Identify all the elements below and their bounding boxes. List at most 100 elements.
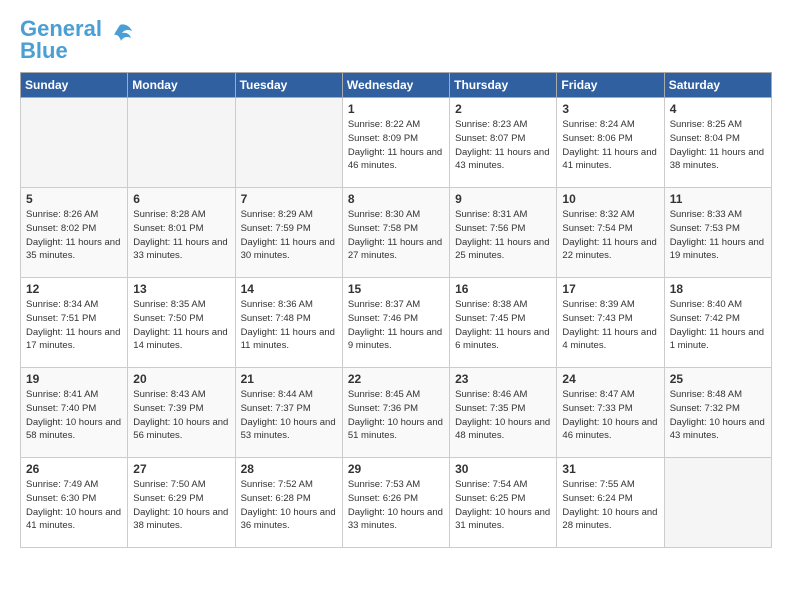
calendar-day-cell: 2 Sunrise: 8:23 AMSunset: 8:07 PMDaylight… (450, 98, 557, 188)
day-info: Sunrise: 8:36 AMSunset: 7:48 PMDaylight:… (241, 298, 337, 353)
day-info: Sunrise: 7:50 AMSunset: 6:29 PMDaylight:… (133, 478, 229, 533)
calendar-day-cell: 23Sunrise: 8:46 AMSunset: 7:35 PMDayligh… (450, 368, 557, 458)
day-number: 5 (26, 192, 122, 206)
day-info: Sunrise: 8:48 AMSunset: 7:32 PMDaylight:… (670, 388, 766, 443)
day-number: 9 (455, 192, 551, 206)
calendar-day-cell: 20 Sunrise: 8:43 AMSunset: 7:39 PMDayligh… (128, 368, 235, 458)
day-number: 15 (348, 282, 444, 296)
weekday-header: Saturday (664, 73, 771, 98)
calendar-day-cell: 6 Sunrise: 8:28 AMSunset: 8:01 PMDaylight… (128, 188, 235, 278)
calendar-day-cell: 16Sunrise: 8:38 AMSunset: 7:45 PMDayligh… (450, 278, 557, 368)
calendar-day-cell: 31 Sunrise: 7:55 AMSunset: 6:24 PMDayligh… (557, 458, 664, 548)
day-info: Sunrise: 8:31 AMSunset: 7:56 PMDaylight:… (455, 208, 551, 263)
day-info: Sunrise: 8:24 AMSunset: 8:06 PMDaylight:… (562, 118, 658, 173)
calendar-day-cell: 26Sunrise: 7:49 AMSunset: 6:30 PMDayligh… (21, 458, 128, 548)
day-info: Sunrise: 8:33 AMSunset: 7:53 PMDaylight:… (670, 208, 766, 263)
calendar-week-row: 5 Sunrise: 8:26 AMSunset: 8:02 PMDaylight… (21, 188, 772, 278)
day-number: 8 (348, 192, 444, 206)
day-number: 14 (241, 282, 337, 296)
calendar-week-row: 12 Sunrise: 8:34 AMSunset: 7:51 PMDayligh… (21, 278, 772, 368)
calendar-day-cell: 1 Sunrise: 8:22 AMSunset: 8:09 PMDaylight… (342, 98, 449, 188)
day-number: 25 (670, 372, 766, 386)
calendar-header-row: SundayMondayTuesdayWednesdayThursdayFrid… (21, 73, 772, 98)
calendar-week-row: 1 Sunrise: 8:22 AMSunset: 8:09 PMDaylight… (21, 98, 772, 188)
calendar-day-cell (128, 98, 235, 188)
calendar-day-cell: 25 Sunrise: 8:48 AMSunset: 7:32 PMDayligh… (664, 368, 771, 458)
day-number: 20 (133, 372, 229, 386)
day-number: 29 (348, 462, 444, 476)
calendar-day-cell: 30 Sunrise: 7:54 AMSunset: 6:25 PMDayligh… (450, 458, 557, 548)
weekday-header: Sunday (21, 73, 128, 98)
day-info: Sunrise: 8:46 AMSunset: 7:35 PMDaylight:… (455, 388, 551, 443)
day-info: Sunrise: 8:37 AMSunset: 7:46 PMDaylight:… (348, 298, 444, 353)
calendar-day-cell: 11 Sunrise: 8:33 AMSunset: 7:53 PMDayligh… (664, 188, 771, 278)
logo-bird-icon (106, 21, 134, 49)
day-number: 28 (241, 462, 337, 476)
day-info: Sunrise: 8:23 AMSunset: 8:07 PMDaylight:… (455, 118, 551, 173)
day-info: Sunrise: 8:40 AMSunset: 7:42 PMDaylight:… (670, 298, 766, 353)
day-info: Sunrise: 8:29 AMSunset: 7:59 PMDaylight:… (241, 208, 337, 263)
calendar-day-cell: 14 Sunrise: 8:36 AMSunset: 7:48 PMDayligh… (235, 278, 342, 368)
day-info: Sunrise: 8:28 AMSunset: 8:01 PMDaylight:… (133, 208, 229, 263)
day-info: Sunrise: 8:43 AMSunset: 7:39 PMDaylight:… (133, 388, 229, 443)
day-number: 4 (670, 102, 766, 116)
calendar-day-cell: 27Sunrise: 7:50 AMSunset: 6:29 PMDayligh… (128, 458, 235, 548)
day-info: Sunrise: 7:54 AMSunset: 6:25 PMDaylight:… (455, 478, 551, 533)
calendar-day-cell: 22Sunrise: 8:45 AMSunset: 7:36 PMDayligh… (342, 368, 449, 458)
day-info: Sunrise: 8:41 AMSunset: 7:40 PMDaylight:… (26, 388, 122, 443)
day-number: 6 (133, 192, 229, 206)
day-info: Sunrise: 7:49 AMSunset: 6:30 PMDaylight:… (26, 478, 122, 533)
day-number: 1 (348, 102, 444, 116)
logo-blue: Blue (20, 38, 68, 63)
calendar-day-cell: 15 Sunrise: 8:37 AMSunset: 7:46 PMDayligh… (342, 278, 449, 368)
calendar-day-cell: 17 Sunrise: 8:39 AMSunset: 7:43 PMDayligh… (557, 278, 664, 368)
calendar-day-cell: 12 Sunrise: 8:34 AMSunset: 7:51 PMDayligh… (21, 278, 128, 368)
day-number: 24 (562, 372, 658, 386)
weekday-header: Tuesday (235, 73, 342, 98)
calendar-day-cell (664, 458, 771, 548)
weekday-header: Wednesday (342, 73, 449, 98)
calendar-table: SundayMondayTuesdayWednesdayThursdayFrid… (20, 72, 772, 548)
calendar-day-cell: 3 Sunrise: 8:24 AMSunset: 8:06 PMDaylight… (557, 98, 664, 188)
logo: General Blue (20, 18, 134, 62)
calendar-day-cell: 21Sunrise: 8:44 AMSunset: 7:37 PMDayligh… (235, 368, 342, 458)
day-info: Sunrise: 8:32 AMSunset: 7:54 PMDaylight:… (562, 208, 658, 263)
logo-text: General Blue (20, 18, 102, 62)
day-number: 19 (26, 372, 122, 386)
calendar-day-cell: 28 Sunrise: 7:52 AMSunset: 6:28 PMDayligh… (235, 458, 342, 548)
day-number: 31 (562, 462, 658, 476)
calendar-day-cell: 18 Sunrise: 8:40 AMSunset: 7:42 PMDayligh… (664, 278, 771, 368)
calendar-day-cell: 29Sunrise: 7:53 AMSunset: 6:26 PMDayligh… (342, 458, 449, 548)
day-info: Sunrise: 8:35 AMSunset: 7:50 PMDaylight:… (133, 298, 229, 353)
day-info: Sunrise: 8:34 AMSunset: 7:51 PMDaylight:… (26, 298, 122, 353)
calendar-day-cell: 9 Sunrise: 8:31 AMSunset: 7:56 PMDaylight… (450, 188, 557, 278)
day-number: 16 (455, 282, 551, 296)
calendar-day-cell: 13 Sunrise: 8:35 AMSunset: 7:50 PMDayligh… (128, 278, 235, 368)
day-number: 18 (670, 282, 766, 296)
day-info: Sunrise: 8:47 AMSunset: 7:33 PMDaylight:… (562, 388, 658, 443)
day-number: 10 (562, 192, 658, 206)
day-info: Sunrise: 8:39 AMSunset: 7:43 PMDaylight:… (562, 298, 658, 353)
day-info: Sunrise: 8:45 AMSunset: 7:36 PMDaylight:… (348, 388, 444, 443)
calendar-day-cell (235, 98, 342, 188)
weekday-header: Monday (128, 73, 235, 98)
day-number: 7 (241, 192, 337, 206)
day-number: 11 (670, 192, 766, 206)
day-info: Sunrise: 8:22 AMSunset: 8:09 PMDaylight:… (348, 118, 444, 173)
calendar-day-cell: 19 Sunrise: 8:41 AMSunset: 7:40 PMDayligh… (21, 368, 128, 458)
day-number: 30 (455, 462, 551, 476)
calendar-day-cell: 5 Sunrise: 8:26 AMSunset: 8:02 PMDaylight… (21, 188, 128, 278)
calendar-day-cell (21, 98, 128, 188)
day-number: 17 (562, 282, 658, 296)
day-info: Sunrise: 8:26 AMSunset: 8:02 PMDaylight:… (26, 208, 122, 263)
day-info: Sunrise: 8:30 AMSunset: 7:58 PMDaylight:… (348, 208, 444, 263)
calendar-day-cell: 4Sunrise: 8:25 AMSunset: 8:04 PMDaylight… (664, 98, 771, 188)
day-info: Sunrise: 7:55 AMSunset: 6:24 PMDaylight:… (562, 478, 658, 533)
day-number: 2 (455, 102, 551, 116)
weekday-header: Thursday (450, 73, 557, 98)
weekday-header: Friday (557, 73, 664, 98)
day-info: Sunrise: 7:52 AMSunset: 6:28 PMDaylight:… (241, 478, 337, 533)
day-number: 13 (133, 282, 229, 296)
day-number: 12 (26, 282, 122, 296)
day-number: 3 (562, 102, 658, 116)
